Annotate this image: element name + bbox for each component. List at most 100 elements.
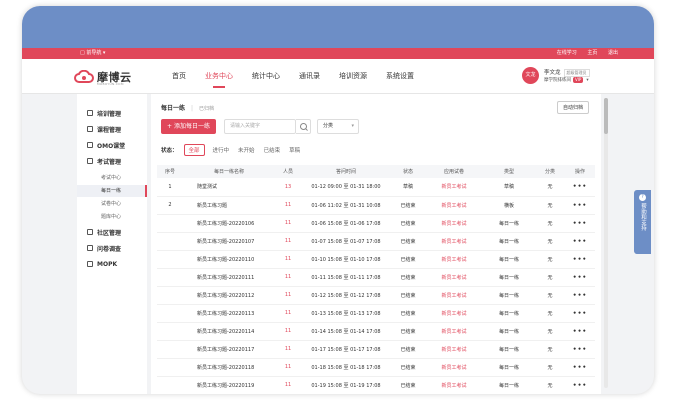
help-label: 帮助和支持	[640, 203, 646, 231]
sidebar-sub-paper-center[interactable]: 试卷中心	[77, 198, 147, 210]
sidebar-sub-question-bank[interactable]: 题库中心	[77, 211, 147, 223]
sidebar-item-label: MOPK	[97, 260, 118, 268]
table-row[interactable]: 新员工练习题-20220114 11 01-14 15:08 至 01-14 17:…	[157, 322, 595, 340]
nav-settings[interactable]: 系统设置	[386, 59, 414, 94]
row-participants: 11	[284, 220, 292, 226]
nav-home[interactable]: 首页	[172, 59, 186, 94]
table-row[interactable]: 新员工练习题-20220113 11 01-13 15:08 至 01-13 17:…	[157, 304, 595, 322]
more-actions-icon[interactable]: •••	[565, 304, 595, 322]
table-row[interactable]: 新员工练习题-20220119 11 01-19 15:08 至 01-19 17:…	[157, 376, 595, 394]
row-time: 01-13 15:08 至 01-13 17:08	[311, 310, 381, 317]
sidebar-item-community[interactable]: 社区管理	[77, 225, 147, 239]
more-actions-icon[interactable]: •••	[565, 322, 595, 340]
row-participants: 11	[284, 382, 292, 388]
row-paper-link[interactable]: 新员工考试	[425, 232, 483, 250]
breadcrumb-separator: |	[191, 105, 194, 112]
row-paper-link[interactable]: 新员工考试	[425, 376, 483, 394]
row-time: 01-14 15:08 至 01-14 17:08	[311, 328, 381, 335]
row-status: 已结束	[400, 382, 416, 389]
exam-icon	[87, 158, 93, 164]
chevron-down-icon[interactable]: ▾	[586, 78, 588, 83]
row-paper-link[interactable]: 新员工考试	[425, 196, 483, 214]
more-actions-icon[interactable]: •••	[565, 250, 595, 268]
row-paper-link[interactable]: 新员工考试	[425, 286, 483, 304]
table-row[interactable]: 新员工练习题-20220112 11 01-12 15:08 至 01-12 17:…	[157, 286, 595, 304]
link-home[interactable]: 主页	[587, 50, 597, 56]
sidebar-item-training[interactable]: 培训管理	[77, 106, 147, 120]
search-input[interactable]: 请输入关键字	[224, 119, 296, 134]
more-actions-icon[interactable]: •••	[565, 178, 595, 196]
table-row[interactable]: 新员工练习题-20220117 11 01-17 15:08 至 01-17 17:…	[157, 340, 595, 358]
row-paper-link[interactable]: 新员工考试	[425, 250, 483, 268]
front-nav-toggle[interactable]: □ 前导航 ▾	[80, 48, 105, 59]
table-row[interactable]: 新员工练习题-20220106 11 01-06 15:08 至 01-06 17:…	[157, 214, 595, 232]
status-filter-ended[interactable]: 已结束	[264, 146, 281, 154]
nav-resources[interactable]: 培训资源	[339, 59, 367, 94]
row-name: 新员工练习题-20220106	[197, 220, 255, 227]
row-paper-link[interactable]: 新员工考试	[425, 304, 483, 322]
sidebar-item-survey[interactable]: 问卷调查	[77, 241, 147, 255]
row-paper-link[interactable]: 新员工考试	[425, 322, 483, 340]
table-row[interactable]: 新员工练习题-20220118 11 01-18 15:08 至 01-18 17:…	[157, 358, 595, 376]
table-row[interactable]: 2 新员工练习题 11 01-06 11:02 至 01-31 10:08 已结束 新员工…	[157, 196, 595, 214]
more-actions-icon[interactable]: •••	[565, 196, 595, 214]
row-status: 已结束	[400, 364, 416, 371]
more-actions-icon[interactable]: •••	[565, 286, 595, 304]
help-support-button[interactable]: ? 帮助和支持	[634, 190, 651, 254]
status-filter-all[interactable]: 全部	[183, 144, 205, 156]
table-row[interactable]: 新员工练习题-20220111 11 01-11 15:08 至 01-11 17:…	[157, 268, 595, 286]
sidebar-item-courses[interactable]: 课程管理	[77, 122, 147, 136]
row-name: 新员工练习题-20220119	[197, 382, 255, 389]
sidebar-item-mopk[interactable]: MOPK	[77, 257, 147, 271]
more-actions-icon[interactable]: •••	[565, 358, 595, 376]
status-filter-draft[interactable]: 草稿	[289, 146, 300, 154]
status-filter-not-started[interactable]: 未开始	[238, 146, 255, 154]
scrollbar[interactable]	[604, 98, 608, 388]
more-actions-icon[interactable]: •••	[565, 268, 595, 286]
auto-archive-button[interactable]: 自动归档	[556, 101, 589, 114]
more-actions-icon[interactable]: •••	[565, 214, 595, 232]
status-filter-ongoing[interactable]: 进行中	[213, 146, 230, 154]
user-name-line: 李文龙 超级管理员	[544, 68, 590, 77]
row-paper-link[interactable]: 新员工考试	[425, 178, 483, 196]
main-content: 每日一练 | 已归档 自动归档 + 添加每日一练 请输入关键字 分类 状态： 全部 …	[151, 94, 601, 394]
table-row[interactable]: 新员工练习题-20220107 11 01-07 15:08 至 01-07 17:…	[157, 232, 595, 250]
row-number	[157, 214, 183, 232]
more-actions-icon[interactable]: •••	[565, 376, 595, 394]
row-name: 新员工练习题-20220114	[197, 328, 255, 335]
nav-contacts[interactable]: 通讯录	[299, 59, 320, 94]
link-online-learning[interactable]: 在线学习	[557, 50, 577, 56]
search-icon[interactable]	[296, 119, 311, 134]
table-row[interactable]: 新员工练习题-20220110 11 01-10 15:08 至 01-10 17:…	[157, 250, 595, 268]
avatar[interactable]: 文龙	[522, 67, 539, 84]
row-status: 已结束	[400, 256, 416, 263]
more-actions-icon[interactable]: •••	[565, 340, 595, 358]
sidebar-item-exams[interactable]: 考试管理	[77, 154, 147, 168]
nav-business-center[interactable]: 业务中心	[205, 59, 233, 94]
more-actions-icon[interactable]: •••	[565, 232, 595, 250]
row-type: 每日一练	[498, 328, 519, 335]
row-name: 新员工练习题-20220112	[197, 292, 255, 299]
category-select[interactable]: 分类	[317, 119, 359, 134]
row-category: 无	[547, 184, 553, 191]
sidebar-sub-exam-center[interactable]: 考试中心	[77, 172, 147, 184]
sidebar-item-omo[interactable]: OMO课堂	[77, 138, 147, 152]
row-category: 无	[547, 346, 553, 353]
column-header: 每日一练名称	[213, 169, 244, 175]
add-daily-practice-button[interactable]: + 添加每日一练	[161, 119, 216, 134]
archived-link[interactable]: 已归档	[199, 106, 214, 112]
link-logout[interactable]: 退出	[608, 50, 618, 56]
sidebar-sub-daily-practice[interactable]: 每日一练	[77, 185, 147, 197]
header: 摩博云 MOBOYUN.COM 首页 业务中心 统计中心 通讯录 培训资源 系统…	[22, 59, 654, 94]
row-paper-link[interactable]: 新员工考试	[425, 340, 483, 358]
row-category: 无	[547, 274, 553, 281]
row-paper-link[interactable]: 新员工考试	[425, 268, 483, 286]
row-name: 新员工练习题-20220111	[197, 274, 255, 281]
row-status: 已结束	[400, 202, 416, 209]
row-category: 无	[547, 220, 553, 227]
row-paper-link[interactable]: 新员工考试	[425, 358, 483, 376]
row-paper-link[interactable]: 新员工考试	[425, 214, 483, 232]
scrollbar-thumb[interactable]	[604, 98, 608, 134]
table-row[interactable]: 1 随堂测试 13 01-12 09:00 至 01-31 18:00 草稿 新员工考试 草…	[157, 178, 595, 196]
nav-statistics[interactable]: 统计中心	[252, 59, 280, 94]
